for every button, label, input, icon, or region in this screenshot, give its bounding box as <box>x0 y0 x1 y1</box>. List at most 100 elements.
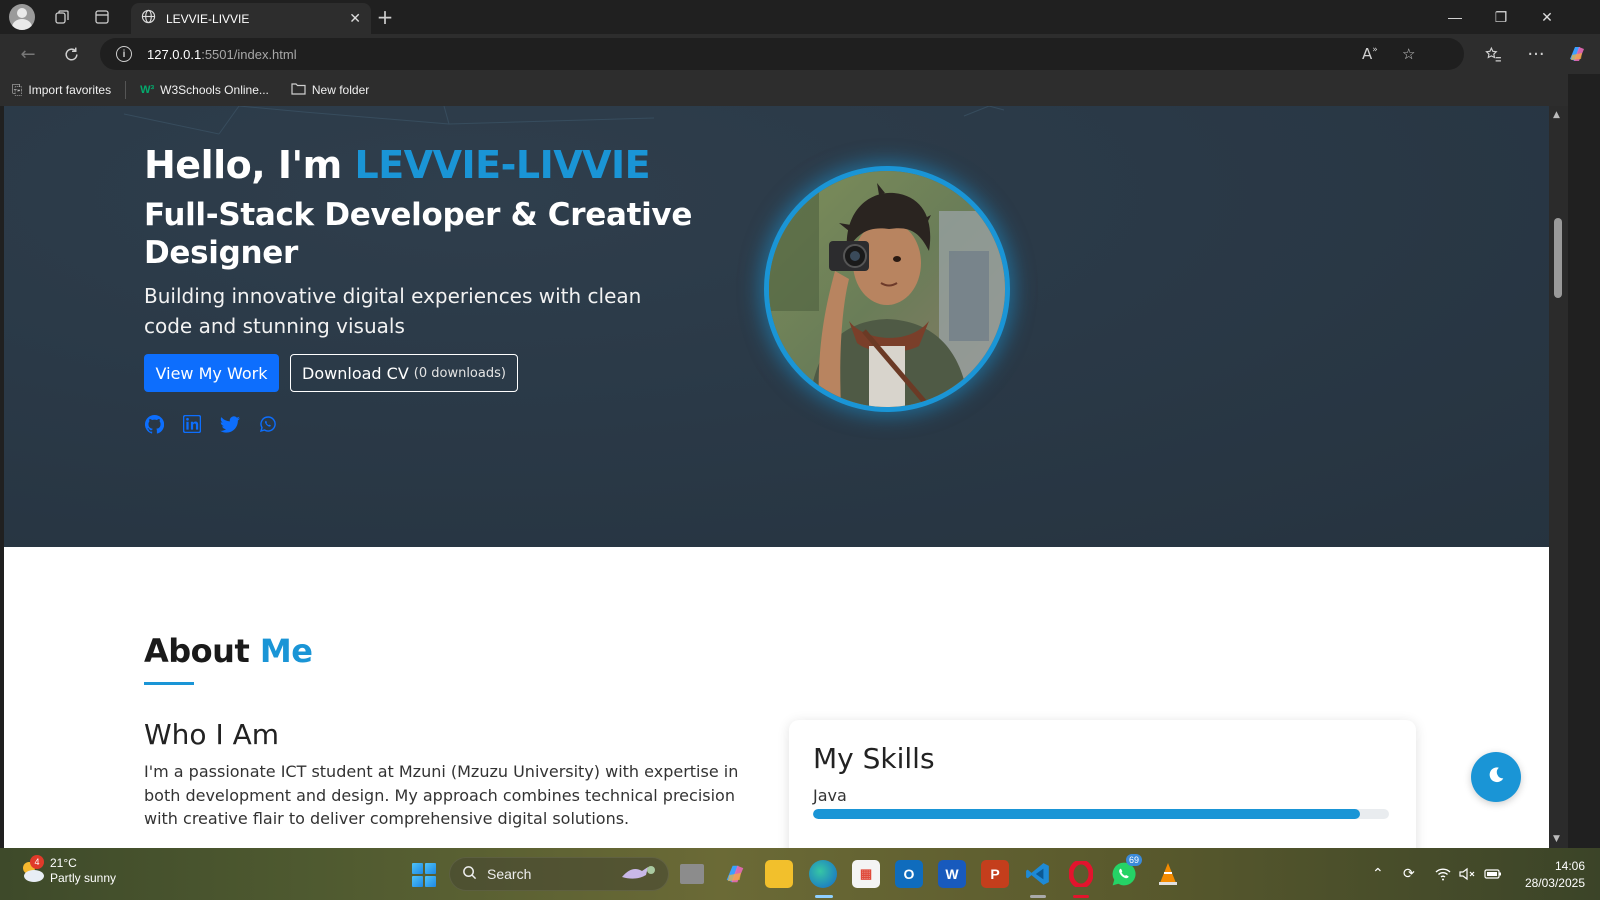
url-path: :5501/index.html <box>201 46 297 62</box>
weather-badge: 4 <box>30 855 44 869</box>
running-app-indicator <box>1073 895 1089 898</box>
who-i-am-heading: Who I Am <box>144 718 280 751</box>
linkedin-icon[interactable] <box>182 414 202 434</box>
copilot-app-icon[interactable] <box>721 860 749 888</box>
read-aloud-icon[interactable]: A» <box>1362 38 1378 70</box>
vertical-tabs-icon[interactable] <box>89 4 115 30</box>
sync-icon[interactable]: ⟳ <box>1403 848 1415 900</box>
minimize-icon[interactable]: — <box>1432 0 1478 34</box>
word-icon[interactable]: W <box>938 860 966 888</box>
address-toolbar: ← i 127.0.0.1:5501/index.html A» ☆ ··· <box>0 34 1600 74</box>
fav-import[interactable]: ⎘ Import favorites <box>12 82 111 98</box>
profile-avatar-icon[interactable] <box>9 4 35 30</box>
windows-taskbar: 4 21°C Partly sunny Search ▦ O W P 69 ⌃ … <box>0 848 1600 900</box>
vscode-icon[interactable] <box>1024 860 1052 888</box>
github-icon[interactable] <box>144 414 164 434</box>
hero-role: Full-Stack Developer & Creative Designer <box>144 197 693 271</box>
dark-mode-toggle-button[interactable] <box>1471 752 1521 802</box>
scroll-down-icon[interactable]: ▼ <box>1553 834 1560 844</box>
scroll-thumb[interactable] <box>1554 218 1562 298</box>
title-underline <box>144 682 194 685</box>
weather-temp: 21°C <box>50 856 77 870</box>
weather-widget[interactable]: 4 21°C Partly sunny <box>18 855 117 886</box>
volume-muted-icon[interactable] <box>1459 848 1475 900</box>
vlc-icon[interactable] <box>1154 860 1182 888</box>
wifi-icon[interactable] <box>1435 848 1451 900</box>
refresh-icon[interactable] <box>56 40 86 68</box>
edge-browser-icon[interactable] <box>809 860 837 888</box>
site-info-icon[interactable]: i <box>116 46 132 62</box>
tab-title: LEVVIE-LIVVIE <box>166 11 250 26</box>
weather-desc: Partly sunny <box>50 871 117 885</box>
close-tab-icon[interactable]: ✕ <box>349 11 361 27</box>
ms-store-icon[interactable]: ▦ <box>852 860 880 888</box>
task-view-icon[interactable] <box>680 864 704 884</box>
hero-heading: Hello, I'm LEVVIE-LIVVIE <box>144 143 651 187</box>
about-title-accent: Me <box>259 632 313 670</box>
system-clock[interactable]: 14:06 28/03/2025 <box>1510 858 1585 892</box>
window-edge <box>1568 74 1600 848</box>
who-i-am-text: I'm a passionate ICT student at Mzuni (M… <box>144 762 739 828</box>
back-icon[interactable]: ← <box>13 40 43 68</box>
skill-label-java: Java <box>813 786 847 805</box>
file-explorer-icon[interactable] <box>765 860 793 888</box>
favorites-bar: ⎘ Import favorites W³ W3Schools Online..… <box>0 74 1600 106</box>
show-hidden-icons-icon[interactable]: ⌃ <box>1372 848 1384 900</box>
tab-levvie[interactable]: LEVVIE-LIVVIE ✕ <box>131 3 371 34</box>
cv-button-label: Download CV <box>302 363 409 383</box>
clock-date: 28/03/2025 <box>1524 876 1585 890</box>
twitter-icon[interactable] <box>220 414 240 434</box>
page-scrollbar[interactable]: ▲ ▼ <box>1549 106 1568 848</box>
opera-icon[interactable] <box>1067 860 1095 888</box>
search-icon <box>462 865 477 884</box>
about-title-prefix: About <box>144 632 260 670</box>
hero-section: Hello, I'm LEVVIE-LIVVIE Full-Stack Deve… <box>4 106 1582 547</box>
fav-label: W3Schools Online... <box>160 83 269 97</box>
running-app-indicator <box>1030 895 1046 898</box>
whatsapp-icon[interactable] <box>258 414 278 434</box>
taskbar-search[interactable]: Search <box>449 857 669 891</box>
url-bar[interactable]: i 127.0.0.1:5501/index.html A» ☆ <box>100 38 1464 70</box>
about-section-title: About Me <box>144 632 313 670</box>
fav-w3schools[interactable]: W³ W3Schools Online... <box>140 83 269 97</box>
page-viewport: Hello, I'm LEVVIE-LIVVIE Full-Stack Deve… <box>4 106 1582 848</box>
fav-label: New folder <box>311 83 370 97</box>
workspaces-icon[interactable] <box>49 4 75 30</box>
download-cv-button[interactable]: Download CV (0 downloads) <box>290 354 518 392</box>
start-button[interactable] <box>412 863 436 887</box>
skills-title: My Skills <box>813 742 935 775</box>
more-options-icon[interactable]: ··· <box>1521 40 1551 68</box>
fav-label: Import favorites <box>28 83 112 97</box>
hero-name: LEVVIE-LIVVIE <box>354 143 651 187</box>
skill-progress-fill <box>813 809 1361 819</box>
whatsapp-app-icon[interactable]: 69 <box>1110 854 1143 888</box>
browser-titlebar: LEVVIE-LIVVIE ✕ + — ❐ ✕ <box>0 0 1600 34</box>
new-tab-icon[interactable]: + <box>372 4 398 30</box>
cv-download-count: (0 downloads) <box>413 365 506 381</box>
restore-icon[interactable]: ❐ <box>1478 0 1524 34</box>
folder-icon <box>291 82 306 98</box>
moon-icon <box>1487 766 1505 788</box>
import-icon: ⎘ <box>12 82 23 97</box>
partly-sunny-icon: 4 <box>18 855 46 885</box>
greeting-text: Hello, I'm <box>144 143 355 187</box>
view-work-button[interactable]: View My Work <box>144 354 279 392</box>
skill-progress-java <box>813 809 1389 819</box>
scroll-up-icon[interactable]: ▲ <box>1553 110 1560 120</box>
powerpoint-icon[interactable]: P <box>981 860 1009 888</box>
search-highlight-icon <box>618 861 658 887</box>
clock-time: 14:06 <box>1554 859 1585 873</box>
active-app-indicator <box>815 895 833 898</box>
outlook-icon[interactable]: O <box>895 860 923 888</box>
favorite-star-icon[interactable]: ☆ <box>1402 38 1415 70</box>
copilot-icon[interactable] <box>1562 40 1592 68</box>
profile-photo <box>764 166 1010 412</box>
divider <box>125 81 127 99</box>
favorites-list-icon[interactable] <box>1478 40 1508 68</box>
close-window-icon[interactable]: ✕ <box>1524 0 1570 34</box>
battery-icon[interactable] <box>1484 848 1502 900</box>
whatsapp-badge: 69 <box>1126 854 1143 866</box>
fav-new-folder[interactable]: New folder <box>291 82 369 98</box>
w3schools-icon: W³ <box>140 84 155 96</box>
social-links <box>144 414 296 434</box>
